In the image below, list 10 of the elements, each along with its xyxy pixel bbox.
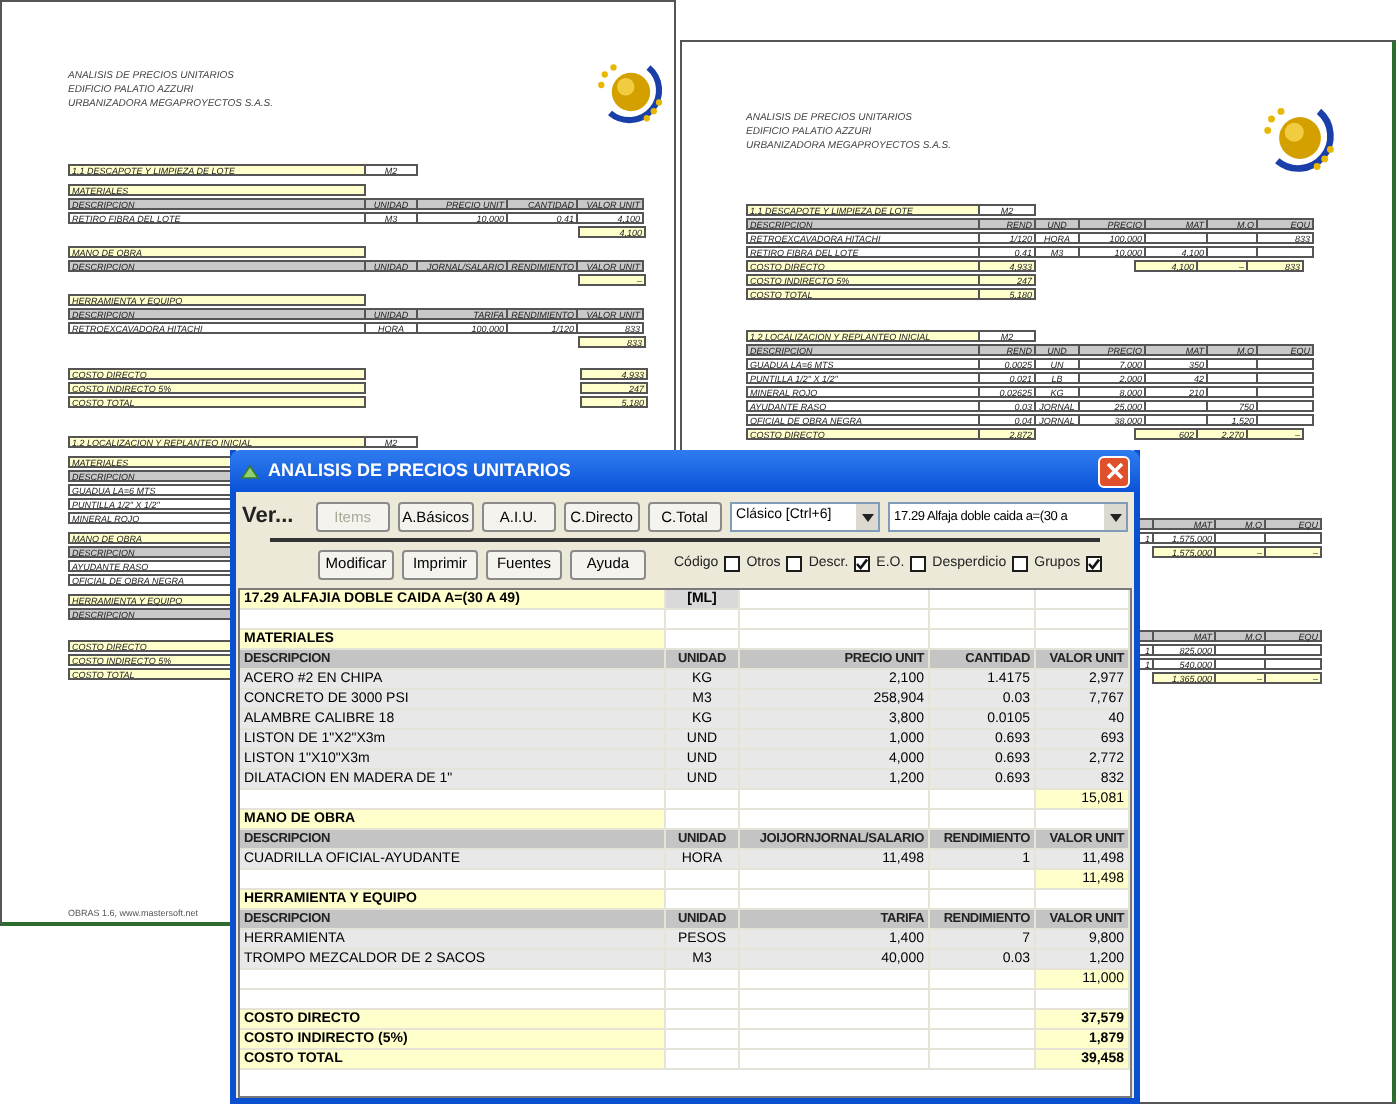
checkbox[interactable] (854, 556, 871, 572)
dropdown-caret-icon (861, 513, 874, 521)
checkbox[interactable] (724, 556, 741, 572)
checkbox[interactable] (1012, 556, 1029, 572)
checkbox[interactable] (786, 556, 803, 572)
dropdown-caret-icon (1109, 513, 1122, 521)
close-icon (1105, 462, 1123, 480)
checkbox[interactable] (910, 556, 927, 572)
checkbox[interactable] (1086, 556, 1103, 572)
close-button[interactable] (1098, 455, 1130, 487)
